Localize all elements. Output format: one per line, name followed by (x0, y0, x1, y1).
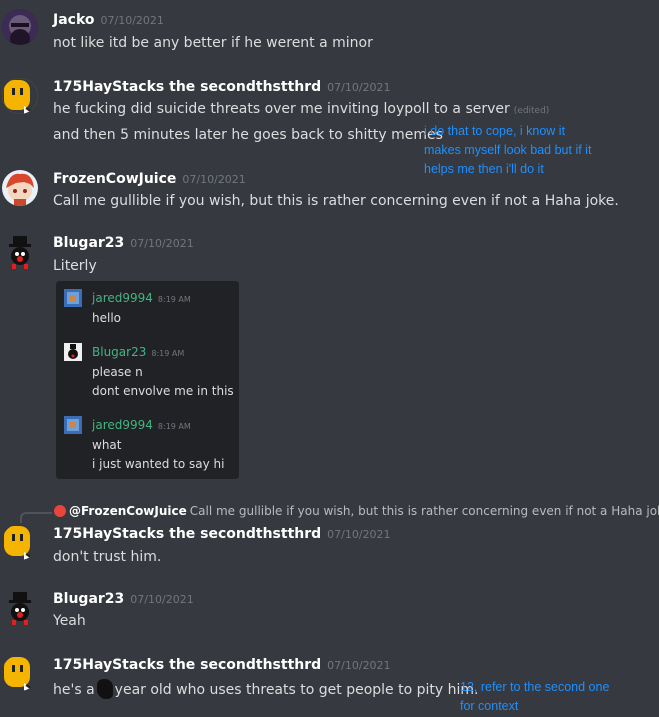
username: jared9994 (92, 291, 153, 305)
message-text: he's a (53, 682, 95, 698)
annotation-line: 12, refer to the second one (460, 680, 610, 694)
embed-message-text: dont envolve me in this (92, 384, 234, 398)
username[interactable]: FrozenCowJuice (53, 171, 176, 187)
message-text: year old who uses threats to get people … (114, 682, 479, 698)
annotation-line: i do that to cope, i know it (424, 124, 566, 138)
message-text: he fucking did suicide threats over me i… (53, 101, 510, 117)
timestamp: 07/10/2021 (130, 237, 194, 250)
annotation-line: makes myself look bad but if it (424, 143, 592, 157)
reply-reference[interactable]: @FrozenCowJuice Call me gullible if you w… (54, 504, 659, 518)
timestamp: 07/10/2021 (327, 659, 391, 672)
avatar-175haystacks[interactable] (2, 524, 38, 560)
message-content: Call me gullible if you wish, but this i… (53, 193, 619, 209)
yellow-face-avatar-icon (2, 655, 38, 691)
annotation-note: 12, refer to the second one for context (460, 678, 609, 716)
anime-avatar-image (2, 170, 38, 206)
message-author[interactable]: Jacko 07/10/2021 (53, 12, 164, 28)
reply-avatar-icon (54, 505, 66, 517)
timestamp: 07/10/2021 (327, 81, 391, 94)
avatar-175haystacks[interactable] (2, 78, 38, 114)
redaction-scribble (96, 679, 113, 699)
message-content: and then 5 minutes later he goes back to… (53, 127, 443, 143)
jacko-avatar-image (2, 9, 38, 45)
reply-text[interactable]: Call me gullible if you wish, but this i… (190, 504, 659, 518)
username[interactable]: Jacko (53, 12, 95, 28)
username[interactable]: Blugar23 (53, 235, 124, 251)
embed-message-text: i just wanted to say hi (92, 457, 225, 471)
timestamp: 07/10/2021 (182, 173, 246, 186)
top-hat-character-icon (2, 234, 38, 270)
timestamp: 07/10/2021 (130, 593, 194, 606)
annotation-line: helps me then i'll do it (424, 162, 544, 176)
edited-label: (edited) (513, 106, 550, 116)
message-content: don't trust him. (53, 549, 162, 565)
timestamp: 07/10/2021 (100, 14, 164, 27)
timestamp: 8:19 AM (151, 349, 185, 358)
username[interactable]: Blugar23 (53, 591, 124, 607)
jared-avatar-icon (64, 289, 82, 307)
username[interactable]: 175HayStacks the secondthstthrd (53, 657, 321, 673)
timestamp: 8:19 AM (157, 295, 191, 304)
blugar-avatar-icon (64, 343, 82, 361)
embed-message-text: please n (92, 365, 143, 379)
message-content: not like itd be any better if he werent … (53, 35, 373, 51)
avatar-175haystacks[interactable] (2, 655, 38, 691)
message-author[interactable]: 175HayStacks the secondthstthrd 07/10/202… (53, 526, 391, 542)
embed-message-text: hello (92, 311, 121, 325)
reply-mention[interactable]: @FrozenCowJuice (69, 504, 187, 518)
message-author[interactable]: 175HayStacks the secondthstthrd 07/10/202… (53, 79, 391, 95)
message-author[interactable]: Blugar23 07/10/2021 (53, 235, 194, 251)
avatar-blugar23[interactable] (2, 234, 38, 270)
message-content: he's a year old who uses threats to get p… (53, 679, 478, 699)
annotation-line: for context (460, 699, 519, 713)
message-author[interactable]: FrozenCowJuice 07/10/2021 (53, 171, 246, 187)
username[interactable]: 175HayStacks the secondthstthrd (53, 526, 321, 542)
username: jared9994 (92, 418, 153, 432)
message-content: Literly (53, 258, 97, 274)
embed-author: jared9994 8:19 AM (92, 418, 191, 432)
reply-spine (20, 512, 52, 523)
top-hat-character-icon (2, 590, 38, 626)
message-author[interactable]: Blugar23 07/10/2021 (53, 591, 194, 607)
embedded-screenshot[interactable]: jared9994 8:19 AM hello Blugar23 8:19 AM p… (56, 281, 239, 479)
embed-message-text: what (92, 438, 122, 452)
embed-author: Blugar23 8:19 AM (92, 345, 184, 359)
timestamp: 8:19 AM (157, 422, 191, 431)
embed-author: jared9994 8:19 AM (92, 291, 191, 305)
avatar-jacko[interactable] (2, 9, 38, 45)
username[interactable]: 175HayStacks the secondthstthrd (53, 79, 321, 95)
annotation-note: i do that to cope, i know it makes mysel… (424, 122, 591, 179)
message-content: Yeah (53, 613, 86, 629)
yellow-face-avatar-icon (2, 78, 38, 114)
avatar-frozencowjuice[interactable] (2, 170, 38, 206)
jared-avatar-icon (64, 416, 82, 434)
message-content: he fucking did suicide threats over me i… (53, 101, 549, 117)
yellow-face-avatar-icon (2, 524, 38, 560)
timestamp: 07/10/2021 (327, 528, 391, 541)
avatar-blugar23[interactable] (2, 590, 38, 626)
username: Blugar23 (92, 345, 147, 359)
message-author[interactable]: 175HayStacks the secondthstthrd 07/10/202… (53, 657, 391, 673)
